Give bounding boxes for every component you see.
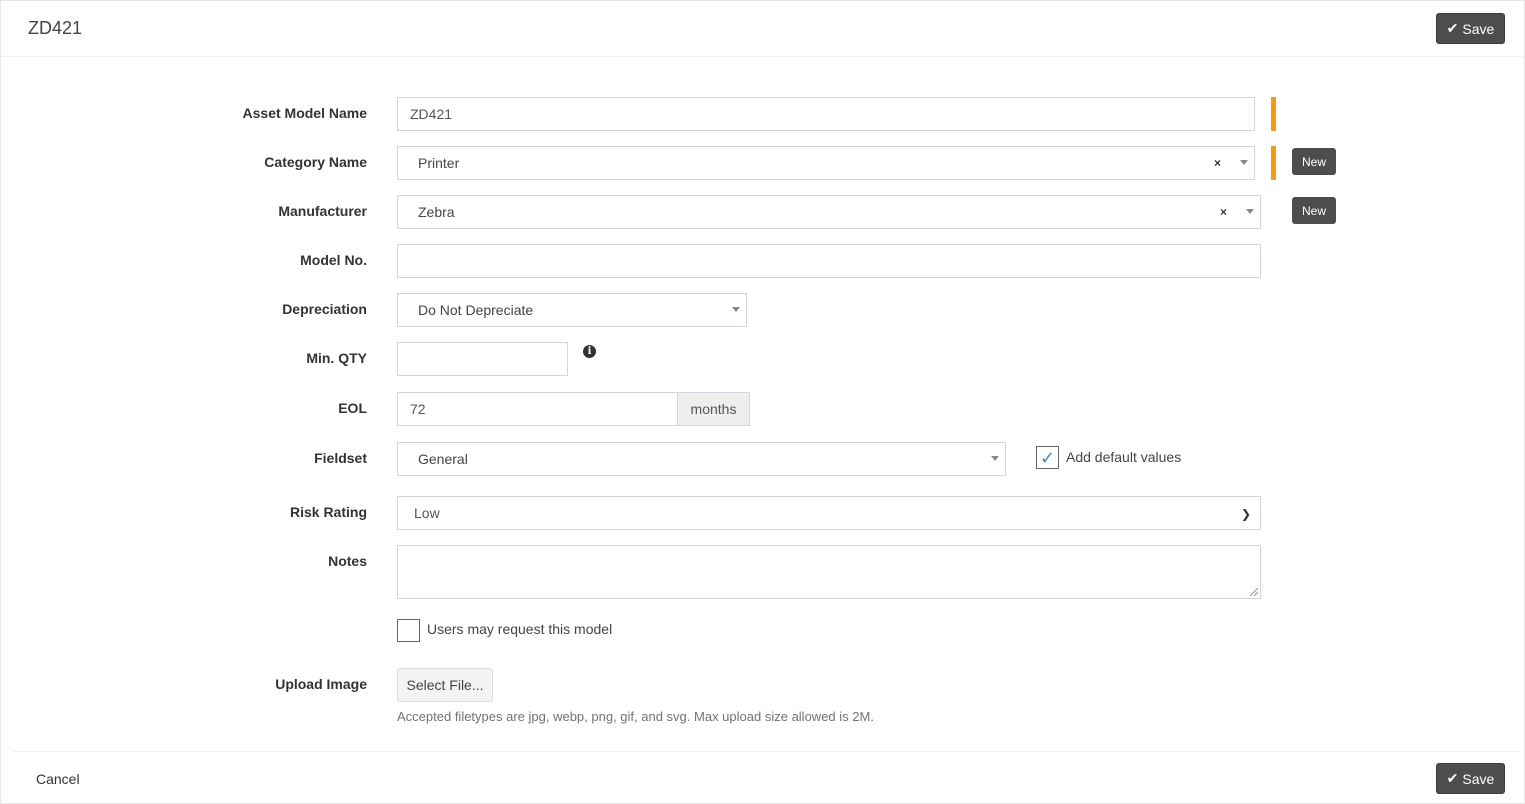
select-file-button[interactable]: Select File... <box>397 668 493 702</box>
clear-icon[interactable]: × <box>1220 205 1227 219</box>
risk-rating-label: Risk Rating <box>289 504 367 520</box>
min-qty-input[interactable] <box>397 342 568 376</box>
new-category-button[interactable]: New <box>1292 148 1336 175</box>
eol-input[interactable]: 72 <box>397 392 678 426</box>
checkmark-icon: ✓ <box>1039 447 1056 468</box>
model-no-input[interactable] <box>397 244 1261 278</box>
chevron-down-icon: ❯ <box>1240 507 1251 521</box>
requestable-label[interactable]: Users may request this model <box>427 621 612 637</box>
manufacturer-select[interactable]: Zebra × <box>397 195 1261 229</box>
cancel-link[interactable]: Cancel <box>36 771 80 787</box>
info-icon[interactable]: i <box>583 345 596 358</box>
asset-model-name-label: Asset Model Name <box>242 105 367 121</box>
depreciation-value: Do Not Depreciate <box>418 302 534 318</box>
page: ZD421 ✔ Save Asset Model Name ZD421 Cate… <box>0 0 1525 804</box>
min-qty-label: Min. QTY <box>306 350 367 366</box>
page-title: ZD421 <box>28 18 83 38</box>
notes-label: Notes <box>328 553 367 569</box>
new-manufacturer-button[interactable]: New <box>1292 197 1336 224</box>
fieldset-select[interactable]: General <box>397 442 1006 476</box>
check-icon: ✔ <box>1446 770 1459 786</box>
requestable-checkbox[interactable] <box>397 619 420 642</box>
asset-model-name-input[interactable]: ZD421 <box>397 97 1255 131</box>
required-indicator <box>1271 146 1276 180</box>
check-icon: ✔ <box>1446 20 1459 36</box>
model-no-label: Model No. <box>300 252 367 268</box>
save-button-bottom[interactable]: ✔ Save <box>1436 763 1505 794</box>
manufacturer-label: Manufacturer <box>278 203 367 219</box>
fieldset-label: Fieldset <box>314 450 367 466</box>
clear-icon[interactable]: × <box>1214 156 1221 170</box>
category-select[interactable]: Printer × <box>397 146 1255 180</box>
save-label: Save <box>1462 20 1495 37</box>
dropdown-arrow-icon[interactable] <box>1240 160 1248 165</box>
dropdown-arrow-icon[interactable] <box>991 456 999 461</box>
eol-label: EOL <box>338 400 367 416</box>
add-default-values-label[interactable]: Add default values <box>1066 449 1181 465</box>
risk-rating-select[interactable]: Low ❯ <box>397 496 1261 530</box>
add-default-values-checkbox[interactable]: ✓ <box>1036 446 1059 469</box>
depreciation-label: Depreciation <box>282 301 367 317</box>
dropdown-arrow-icon[interactable] <box>1246 209 1254 214</box>
header: ZD421 ✔ Save <box>1 1 1524 57</box>
upload-help-text: Accepted filetypes are jpg, webp, png, g… <box>397 709 874 724</box>
resize-grip-icon[interactable] <box>1250 588 1258 596</box>
risk-rating-value: Low <box>414 505 440 521</box>
save-label: Save <box>1462 770 1495 787</box>
save-button-top[interactable]: ✔ Save <box>1436 13 1505 44</box>
category-name-label: Category Name <box>264 154 367 170</box>
fieldset-value: General <box>418 451 468 467</box>
upload-image-label: Upload Image <box>275 676 367 692</box>
notes-textarea[interactable] <box>397 545 1261 599</box>
required-indicator <box>1271 97 1276 131</box>
footer-divider <box>13 751 1519 752</box>
manufacturer-value: Zebra <box>418 204 455 220</box>
category-value: Printer <box>418 155 460 171</box>
eol-months-addon: months <box>677 392 750 426</box>
depreciation-select[interactable]: Do Not Depreciate <box>397 293 747 327</box>
dropdown-arrow-icon[interactable] <box>732 307 740 312</box>
